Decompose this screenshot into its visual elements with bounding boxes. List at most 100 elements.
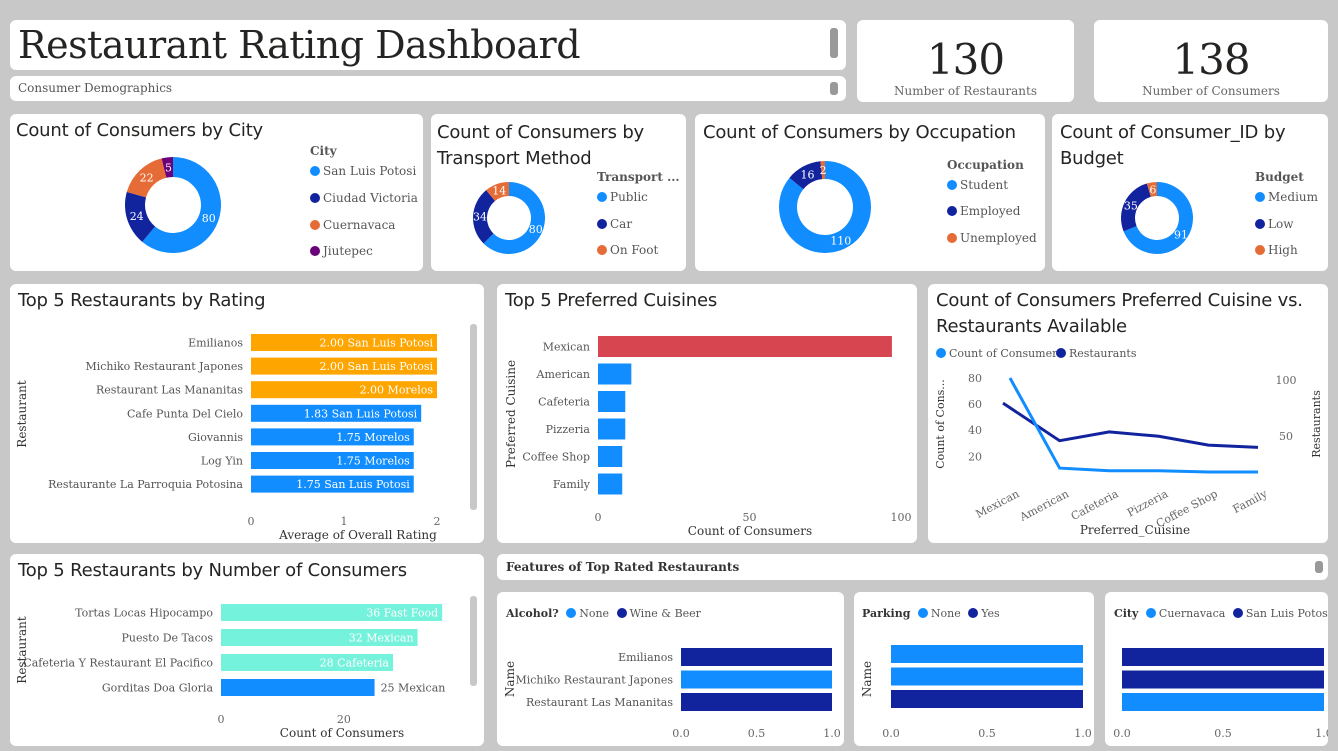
x-tick-label: 0.0 <box>882 727 900 740</box>
kpi-consumers-value: 138 <box>1172 35 1250 84</box>
bar[interactable] <box>221 679 375 696</box>
top-cuisines-card: Top 5 Preferred Cuisines Mexican American… <box>497 284 917 543</box>
bar-category-label: Restaurante La Parroquia Potosina <box>48 478 243 491</box>
bar-category-label: Cafeteria Y Restaurant El Pacifico <box>23 657 213 670</box>
legend-dot-icon <box>1255 245 1265 255</box>
transport-legend-item[interactable]: Public <box>597 190 648 204</box>
bar-data-label: 1.75 San Luis Potosi <box>296 478 410 491</box>
title-card: Restaurant Rating Dashboard <box>10 20 846 70</box>
occupation-legend-title: Occupation <box>947 158 1024 172</box>
transport-legend-item[interactable]: On Foot <box>597 243 658 257</box>
bar-category-label: Michiko Restaurant Japones <box>85 360 243 373</box>
top-consumers-bar-chart[interactable]: Tortas Locas Hipocampo 36 Fast Food Puesto… <box>10 554 484 746</box>
y2-tick-label: 50 <box>1279 430 1293 443</box>
top-rating-scrollbar[interactable] <box>470 324 477 510</box>
features-city-bar-chart[interactable]: 0.0 0.5 1.0 <box>1105 592 1328 746</box>
title-scrollbar[interactable] <box>830 28 838 58</box>
bar[interactable] <box>598 446 623 467</box>
x-tick-label: 1.0 <box>823 727 841 740</box>
bar-data-label: 2.00 San Luis Potosi <box>320 337 434 350</box>
bar[interactable] <box>891 645 1083 663</box>
page-title: Restaurant Rating Dashboard <box>18 23 581 67</box>
budget-legend-item[interactable]: Medium <box>1255 190 1318 204</box>
city-legend-item[interactable]: Jiutepec <box>310 244 373 258</box>
legend-label: High <box>1268 243 1298 257</box>
y-tick-label: 20 <box>968 450 982 463</box>
x-axis-label: Count of Consumers <box>688 524 812 538</box>
slice-value-label: 14 <box>492 185 506 198</box>
slice-value-label: 22 <box>140 172 154 185</box>
subtitle-scrollbar[interactable] <box>830 82 838 95</box>
legend-label: Unemployed <box>960 231 1037 245</box>
bar[interactable] <box>598 473 623 495</box>
series-line-restaurants[interactable] <box>1002 401 1259 449</box>
bar-category-label: Michiko Restaurant Japones <box>515 674 673 687</box>
occupation-legend-item[interactable]: Employed <box>947 204 1020 218</box>
city-legend-item[interactable]: Cuernavaca <box>310 218 395 232</box>
x-tick-label: Cafeteria <box>1069 487 1121 523</box>
y-axis-label: Name <box>860 661 874 697</box>
bar-category-label: Restaurant Las Mananitas <box>526 696 673 709</box>
bar-data-label: 32 Mexican <box>349 632 414 645</box>
x-tick-label: 0 <box>595 511 602 524</box>
bar-category-label: Gorditas Doa Gloria <box>102 682 214 695</box>
bar[interactable] <box>681 670 832 689</box>
y-axis-label: Preferred Cuisine <box>504 360 518 468</box>
bar[interactable] <box>681 648 832 666</box>
legend-label: Medium <box>1268 190 1319 204</box>
bar[interactable] <box>598 418 626 440</box>
y-axis-label: Name <box>503 661 517 697</box>
bar[interactable] <box>1122 648 1324 666</box>
bar[interactable] <box>891 690 1083 708</box>
x-axis-label: Count of Consumers <box>280 726 404 740</box>
legend-label: Student <box>960 178 1009 192</box>
bar-category-label: American <box>536 368 590 381</box>
budget-legend-item[interactable]: Low <box>1255 217 1293 231</box>
features-scrollbar[interactable] <box>1315 561 1323 573</box>
top-cuisines-bar-chart[interactable]: Mexican American Cafeteria Pizzeria Coffee S… <box>497 284 917 543</box>
top-consumers-scrollbar[interactable] <box>470 596 477 686</box>
legend-label: Employed <box>960 204 1021 218</box>
top-rating-bar-chart[interactable]: Emilianos 2.00 San Luis Potosi Michiko Res… <box>10 284 484 543</box>
bar[interactable] <box>598 336 892 357</box>
top-consumers-card: Top 5 Restaurants by Number of Consumers… <box>10 554 484 746</box>
occupation-legend-item[interactable]: Student <box>947 178 1008 192</box>
y-axis-label: Restaurant <box>15 380 29 448</box>
slice-value-label: 6 <box>1149 183 1156 196</box>
bar-category-label: Log Yin <box>201 455 243 468</box>
y-axis-label: Count of Cons... <box>934 379 947 469</box>
occupation-legend-item[interactable]: Unemployed <box>947 231 1037 245</box>
legend-dot-icon <box>310 220 320 230</box>
slice-value-label: 35 <box>1124 199 1138 212</box>
transport-legend-title: Transport ... <box>597 170 680 184</box>
legend-label: Car <box>610 217 633 231</box>
budget-legend-title: Budget <box>1255 170 1304 184</box>
city-legend-item[interactable]: San Luis Potosi <box>310 164 416 178</box>
features-header-card: Features of Top Rated Restaurants <box>497 554 1328 580</box>
budget-donut-card: Count of Consumer_ID by Budget 91 35 6 Bud… <box>1052 114 1328 271</box>
bar[interactable] <box>1122 670 1324 689</box>
transport-legend-item[interactable]: Car <box>597 217 632 231</box>
legend-dot-icon <box>947 233 957 243</box>
bar-category-label: Coffee Shop <box>522 451 590 464</box>
slice-value-label: 2 <box>820 164 827 177</box>
bar[interactable] <box>891 667 1083 686</box>
x-axis-label: Average of Overall Rating <box>278 528 437 542</box>
y-tick-label: 40 <box>968 424 982 437</box>
bar[interactable] <box>1122 693 1324 711</box>
bar[interactable] <box>598 363 632 385</box>
budget-legend-item[interactable]: High <box>1255 243 1298 257</box>
bar-data-label: 28 Cafeteria <box>320 657 390 670</box>
occupation-donut[interactable]: 110 16 2 <box>695 114 1045 271</box>
occupation-donut-card: Count of Consumers by Occupation 110 16 2 … <box>695 114 1045 271</box>
legend-dot-icon <box>597 219 607 229</box>
alcohol-bar-chart[interactable]: Emilianos Michiko Restaurant Japones Resta… <box>497 592 844 746</box>
parking-bar-chart[interactable]: 0.0 0.5 1.0 Name <box>854 592 1094 746</box>
bar[interactable] <box>598 391 626 412</box>
cuisine-line-chart[interactable]: 8060402010050MexicanAmericanCafeteria Piz… <box>928 284 1328 543</box>
scroll-thumb[interactable] <box>470 324 477 510</box>
city-legend-item[interactable]: Ciudad Victoria <box>310 191 418 205</box>
bar[interactable] <box>681 693 832 711</box>
legend-dot-icon <box>947 180 957 190</box>
series-line-consumers[interactable] <box>1008 377 1258 474</box>
